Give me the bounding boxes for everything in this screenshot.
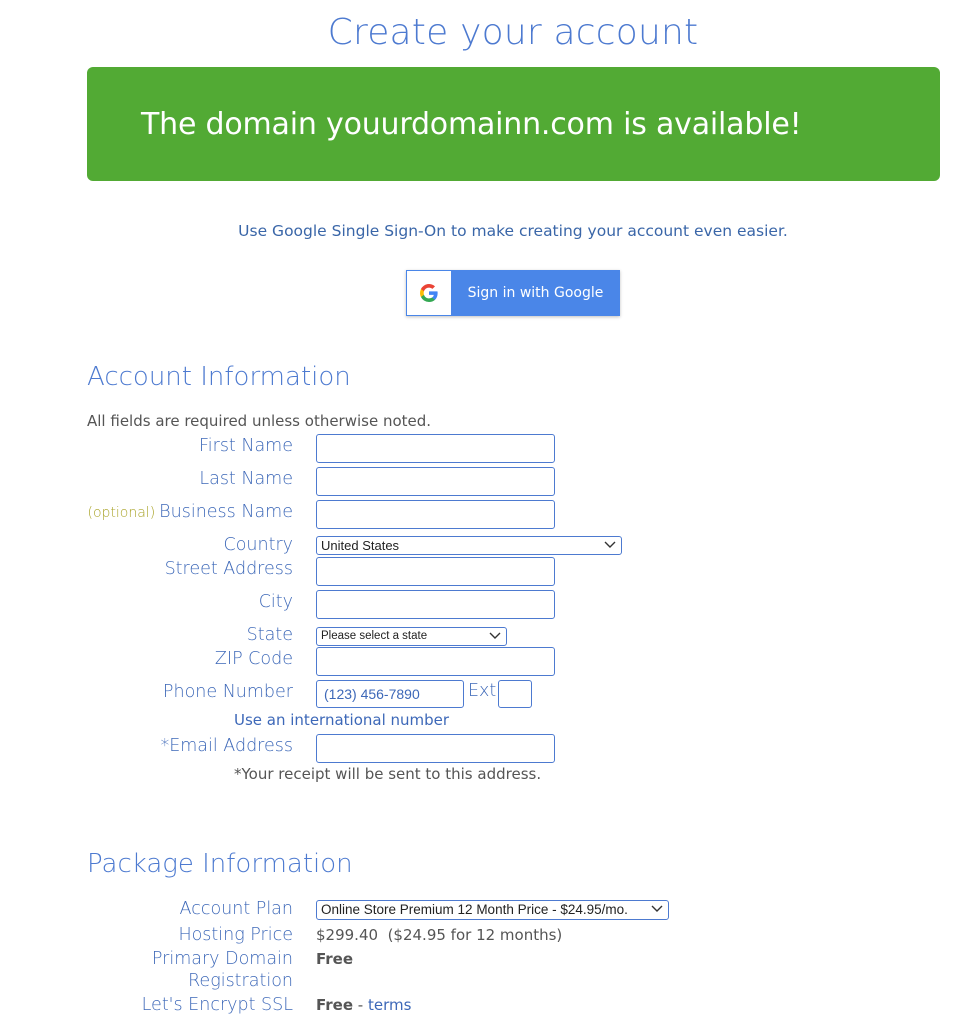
hosting-price-label: Hosting Price	[178, 925, 293, 945]
business-name-label: Business Name	[159, 502, 293, 522]
google-g-icon	[420, 284, 438, 302]
country-select[interactable]: United States	[316, 536, 622, 555]
primary-domain-label-line2: Registration	[188, 971, 293, 991]
city-label: City	[258, 592, 293, 612]
ssl-value: Free	[316, 996, 354, 1014]
primary-domain-label-line1: Primary Domain	[151, 949, 293, 969]
required-fields-note: All fields are required unless otherwise…	[87, 412, 432, 430]
chevron-down-icon	[489, 632, 501, 639]
optional-tag: (optional)	[87, 505, 156, 521]
first-name-label: First Name	[198, 436, 293, 456]
country-label: Country	[223, 535, 293, 555]
city-input[interactable]	[316, 590, 555, 619]
state-selected-value: Please select a state	[321, 630, 428, 642]
international-number-link[interactable]: Use an international number	[234, 711, 449, 729]
domain-available-banner: The domain youurdomainn.com is available…	[87, 67, 940, 181]
ssl-separator: -	[353, 996, 368, 1014]
ext-label: Ext	[468, 681, 497, 701]
google-button-label: Sign in with Google	[467, 285, 604, 301]
state-label: State	[246, 625, 293, 645]
email-address-label: *Email Address	[160, 736, 293, 756]
hosting-price-value: $299.40 ($24.95 for 12 months)	[316, 926, 563, 944]
last-name-label: Last Name	[199, 469, 293, 489]
ssl-value-row: Free - terms	[316, 996, 411, 1014]
first-name-input[interactable]	[316, 434, 555, 463]
primary-domain-value: Free	[316, 950, 354, 968]
account-plan-label: Account Plan	[179, 899, 293, 919]
phone-number-input[interactable]: (123) 456-7890	[316, 680, 464, 708]
email-address-input[interactable]	[316, 734, 555, 763]
account-plan-selected-value: Online Store Premium 12 Month Price - $2…	[321, 902, 628, 917]
country-selected-value: United States	[321, 538, 400, 553]
ssl-label: Let's Encrypt SSL	[141, 995, 293, 1015]
sso-prompt: Use Google Single Sign-On to make creati…	[238, 222, 788, 240]
zip-code-input[interactable]	[316, 647, 555, 676]
street-address-label: Street Address	[164, 559, 293, 579]
phone-number-label: Phone Number	[162, 682, 293, 702]
phone-extension-input[interactable]	[498, 680, 532, 708]
banner-text: The domain youurdomainn.com is available…	[141, 107, 802, 142]
ssl-terms-link[interactable]: terms	[368, 996, 411, 1014]
google-icon-container	[407, 271, 451, 315]
google-sign-in-button[interactable]: Sign in with Google	[406, 270, 620, 316]
zip-code-label: ZIP Code	[214, 649, 293, 669]
package-information-heading: Package Information	[87, 849, 353, 879]
state-select[interactable]: Please select a state	[316, 627, 507, 646]
page-title: Create your account	[327, 12, 699, 53]
business-name-label-row: (optional) Business Name	[88, 502, 294, 522]
business-name-input[interactable]	[316, 500, 555, 529]
account-information-heading: Account Information	[87, 362, 351, 392]
account-plan-select[interactable]: Online Store Premium 12 Month Price - $2…	[316, 900, 669, 920]
receipt-note: *Your receipt will be sent to this addre…	[234, 765, 542, 783]
street-address-input[interactable]	[316, 557, 555, 586]
chevron-down-icon	[651, 905, 663, 912]
chevron-down-icon	[604, 541, 616, 548]
last-name-input[interactable]	[316, 467, 555, 496]
